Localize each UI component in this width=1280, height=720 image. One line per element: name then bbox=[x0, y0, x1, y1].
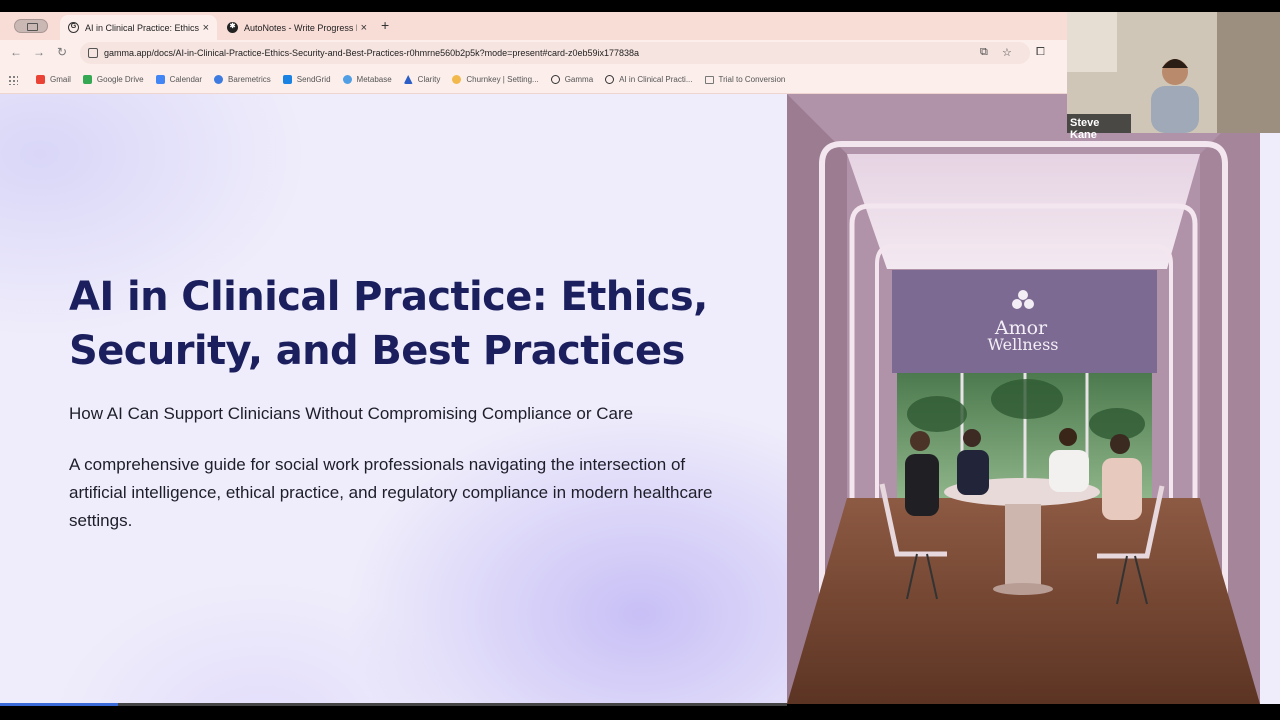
tab-autonotes[interactable]: ✱ AutoNotes - Write Progress N × bbox=[219, 15, 375, 40]
calendar-icon bbox=[155, 75, 165, 84]
clarity-icon bbox=[403, 75, 413, 84]
slide-body-text: A comprehensive guide for social work pr… bbox=[69, 455, 713, 530]
url-text: gamma.app/docs/AI-in-Clinical-Practice-E… bbox=[104, 48, 640, 58]
back-icon[interactable]: ← bbox=[10, 45, 22, 59]
slide-image-conference-room: Amor Wellness bbox=[787, 94, 1260, 704]
apps-grid-icon[interactable] bbox=[8, 74, 18, 85]
participant-name-label: Steve Kane bbox=[1067, 114, 1131, 141]
bookmark-metabase[interactable]: Metabase bbox=[342, 75, 392, 84]
new-tab-button[interactable]: + bbox=[381, 17, 389, 33]
gamma-icon bbox=[605, 75, 615, 84]
churnkey-icon bbox=[452, 75, 462, 84]
tab-strip: G AI in Clinical Practice: Ethics × ✱ Au… bbox=[0, 12, 1067, 40]
bookmark-sendgrid[interactable]: SendGrid bbox=[282, 75, 331, 84]
slide-right-edge bbox=[1260, 94, 1280, 704]
presentation-progress-bar bbox=[0, 703, 118, 706]
address-bar[interactable]: gamma.app/docs/AI-in-Clinical-Practice-E… bbox=[80, 42, 1030, 64]
metabase-icon bbox=[342, 75, 352, 84]
slide-title: AI in Clinical Practice: Ethics, Securit… bbox=[69, 274, 708, 374]
gamma-icon: G bbox=[68, 22, 79, 33]
bookmark-gmail[interactable]: Gmail bbox=[36, 75, 71, 84]
folder-icon bbox=[704, 75, 714, 84]
sign-line-2: Wellness bbox=[987, 335, 1058, 354]
close-icon[interactable]: × bbox=[361, 22, 367, 34]
browser-chrome: G AI in Clinical Practice: Ethics × ✱ Au… bbox=[0, 12, 1067, 94]
presentation-progress-track bbox=[118, 703, 787, 706]
close-icon[interactable]: × bbox=[203, 22, 209, 34]
conference-room-illustration: Amor Wellness bbox=[787, 94, 1260, 704]
autonotes-icon: ✱ bbox=[227, 22, 238, 33]
presentation-slide: AI in Clinical Practice: Ethics, Securit… bbox=[0, 94, 787, 704]
tab-ai-clinical-practice[interactable]: G AI in Clinical Practice: Ethics × bbox=[60, 15, 217, 40]
baremetrics-icon bbox=[214, 75, 224, 84]
bookmarks-bar: Gmail Google Drive Calendar Baremetrics … bbox=[0, 66, 1067, 94]
bookmark-ai-clinical-practice[interactable]: AI in Clinical Practi... bbox=[605, 75, 693, 84]
window-switcher-button[interactable] bbox=[14, 19, 48, 33]
forward-icon[interactable]: → bbox=[33, 45, 45, 59]
install-icon[interactable]: ⧉ bbox=[980, 46, 988, 59]
gamma-icon bbox=[550, 75, 560, 84]
bookmark-baremetrics[interactable]: Baremetrics bbox=[214, 75, 271, 84]
tab-title: AutoNotes - Write Progress N bbox=[244, 22, 357, 33]
bookmark-churnkey[interactable]: Churnkey | Setting... bbox=[452, 75, 539, 84]
gmail-icon bbox=[36, 75, 45, 84]
bookmark-gamma[interactable]: Gamma bbox=[550, 75, 593, 84]
site-info-icon[interactable] bbox=[88, 48, 98, 58]
drive-icon bbox=[82, 75, 92, 84]
slide-subtitle: How AI Can Support Clinicians Without Co… bbox=[69, 404, 634, 423]
bookmark-calendar[interactable]: Calendar bbox=[155, 75, 202, 84]
extensions-icon[interactable]: ⧠ bbox=[1036, 46, 1045, 59]
bookmark-google-drive[interactable]: Google Drive bbox=[82, 75, 144, 84]
browser-toolbar: ← → ↻ gamma.app/docs/AI-in-Clinical-Prac… bbox=[0, 40, 1067, 66]
tab-title: AI in Clinical Practice: Ethics bbox=[85, 22, 199, 33]
reload-icon[interactable]: ↻ bbox=[57, 45, 67, 59]
bookmark-clarity[interactable]: Clarity bbox=[403, 75, 440, 84]
sendgrid-icon bbox=[282, 75, 292, 84]
bookmark-star-icon[interactable]: ☆ bbox=[1002, 46, 1012, 59]
bookmark-folder-trial-to-conversion[interactable]: Trial to Conversion bbox=[704, 75, 785, 84]
